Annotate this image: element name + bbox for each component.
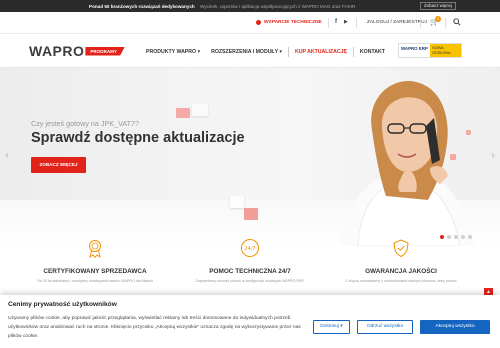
reject-all-button[interactable]: Odrzuć wszystko — [357, 320, 413, 334]
nav-item-buy-update[interactable]: KUP AKTUALIZACJĘ — [295, 49, 347, 55]
lifebuoy-icon — [256, 20, 261, 25]
customize-label: Dostosuj — [320, 324, 339, 329]
divider — [420, 18, 421, 28]
feature-text: Z chęcią rozmawiamy z oczekiwaniami nasz… — [345, 279, 457, 283]
main-navigation: WAPRO PROGRAMY PRODUKTY WAPRO ▾ ROZSZERZ… — [0, 34, 500, 68]
feature-support: 24/7 POMOC TECHNICZNA 24/7 Zapewniamy ró… — [180, 238, 320, 284]
promo-description: Wycinek, raportów i aplikacja współpracu… — [200, 3, 356, 9]
hero-headline: Sprawdź dostępne aktualizacje — [31, 130, 245, 146]
logo-tag: PROGRAMY — [85, 46, 125, 56]
feature-text: Od 30 lat wdrażamy i rozwijamy rozwiązan… — [37, 279, 153, 283]
cookie-title: Cenimy prywatność użytkowników — [8, 301, 117, 308]
promo-bar: Ponad 50 branżowych rozwiązań dedykowany… — [0, 0, 500, 12]
youtube-icon[interactable]: ▶ — [344, 19, 348, 25]
utility-bar: WSPARCIE TECHNICZNE f ▶ ZALOGUJ / ZAREJE… — [0, 12, 500, 34]
facebook-icon[interactable]: f — [335, 19, 337, 25]
slider-next-icon[interactable]: › — [488, 150, 498, 162]
decor-block — [244, 208, 258, 220]
cart-count-badge: 0 — [435, 16, 441, 22]
divider — [356, 18, 357, 28]
feature-title: CERTYFIKOWANY SPRZEDAWCA — [43, 268, 147, 275]
support-link[interactable]: WSPARCIE TECHNICZNE — [256, 20, 322, 25]
nav-item-contact[interactable]: KONTAKT — [360, 49, 385, 55]
feature-quality: GWARANCJA JAKOŚCI Z chęcią rozmawiamy z … — [331, 238, 471, 284]
promo-more-button[interactable]: Zobacz więcej — [420, 2, 456, 10]
erp-banner-tag: NOWA ODSŁONA — [430, 44, 461, 57]
feature-certified: CERTYFIKOWANY SPRZEDAWCA Od 30 lat wdraż… — [25, 238, 165, 284]
svg-text:24/7: 24/7 — [244, 246, 255, 252]
decor-block — [230, 196, 244, 208]
feature-title: POMOC TECHNICZNA 24/7 — [209, 268, 291, 275]
feature-title: GWARANCJA JAKOŚCI — [365, 268, 437, 275]
quality-shield-icon — [393, 239, 409, 258]
divider — [288, 47, 290, 57]
divider — [328, 18, 329, 28]
logo-text: WAPRO — [29, 43, 85, 59]
hero-eyebrow: Czy jesteś gotowy na JPK_VAT7? — [31, 119, 139, 128]
search-icon[interactable] — [453, 18, 461, 26]
see-more-button[interactable]: ZOBACZ WIĘCEJ — [31, 157, 86, 173]
decor-block — [176, 108, 190, 118]
logo[interactable]: WAPRO PROGRAMY — [29, 43, 125, 59]
erp-banner-title: WAPRO ERP — [399, 44, 430, 57]
promo-title: Ponad 50 branżowych rozwiązań dedykowany… — [89, 3, 195, 9]
wapro-erp-banner[interactable]: WAPRO ERP NOWA ODSŁONA — [398, 43, 462, 58]
hero-slider: Czy jesteś gotowy na JPK_VAT7? Sprawdź d… — [0, 68, 500, 246]
login-register-link[interactable]: ZALOGUJ / ZAREJESTRUJ — [367, 20, 427, 25]
hero-person-image — [340, 81, 475, 246]
chevron-down-icon: ▾ — [340, 324, 343, 329]
nav-item-products[interactable]: PRODUKTY WAPRO ▾ — [146, 49, 200, 55]
nav-menu: PRODUKTY WAPRO ▾ ROZSZERZENIA I MODUŁY ▾… — [146, 47, 396, 57]
cookie-text: Używamy plików cookie, aby poprawić jako… — [8, 316, 301, 339]
support-24-7-icon: 24/7 — [241, 239, 259, 257]
accept-all-button[interactable]: Akceptuj wszystko — [420, 320, 490, 334]
decor-block — [192, 104, 208, 116]
support-label: WSPARCIE TECHNICZNE — [264, 20, 322, 25]
award-icon — [89, 240, 101, 259]
customize-cookies-button[interactable]: Dostosuj ▾ — [313, 320, 350, 334]
cookie-consent-banner: Cenimy prywatność użytkowników Używamy p… — [0, 295, 500, 348]
divider — [445, 18, 446, 28]
divider — [352, 47, 354, 57]
feature-text: Zapewniamy również pomoc w konfiguracji … — [195, 279, 305, 283]
nav-item-extensions[interactable]: ROZSZERZENIA I MODUŁY ▾ — [211, 49, 282, 55]
slider-prev-icon[interactable]: ‹ — [2, 150, 12, 162]
